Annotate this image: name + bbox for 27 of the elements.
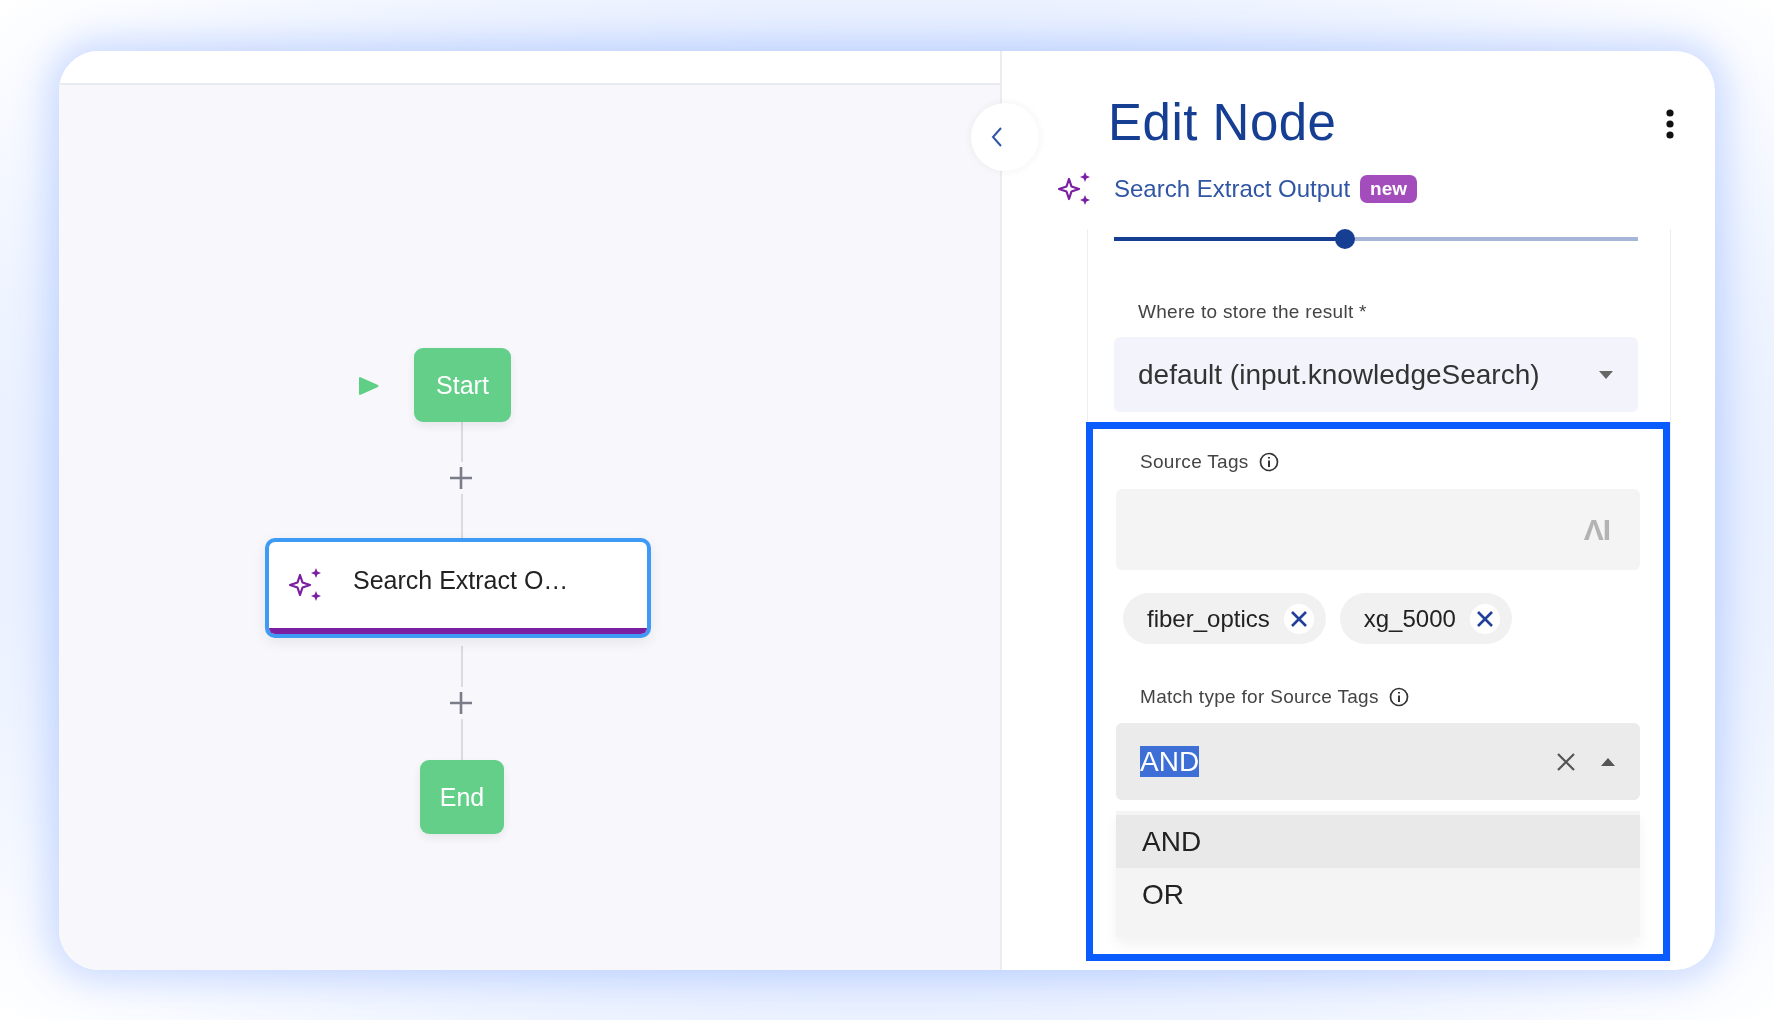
info-icon[interactable] [1258, 452, 1279, 472]
match-type-select[interactable]: AND [1116, 723, 1640, 800]
remove-icon[interactable] [1283, 603, 1314, 634]
info-icon[interactable] [1388, 687, 1409, 707]
field-label: Where to store the result * [1138, 301, 1367, 323]
result-select[interactable]: default (input.knowledgeSearch) [1114, 337, 1638, 412]
tag-label: xg_5000 [1363, 604, 1456, 633]
dropdown-option[interactable]: OR [1116, 868, 1640, 921]
clear-icon[interactable] [1556, 751, 1576, 772]
more-icon[interactable] [1666, 109, 1674, 139]
node-type: Search Extract Output [1114, 175, 1351, 203]
new-badge: new [1360, 175, 1418, 203]
caret-icon[interactable] [1598, 369, 1614, 380]
slider[interactable] [1114, 229, 1638, 249]
remove-icon[interactable] [1469, 603, 1500, 634]
plus-icon[interactable] [447, 689, 475, 717]
action-node[interactable]: Search Extract O… [265, 538, 651, 638]
field-label: Match type for Source Tags [1140, 686, 1379, 708]
chevron-left-icon [991, 126, 1003, 148]
panel-title: Edit Node [1108, 92, 1338, 152]
plus-icon[interactable] [447, 464, 475, 492]
caret-icon[interactable] [1600, 756, 1616, 767]
dropdown-option[interactable]: AND [1116, 815, 1640, 868]
node-title: Search Extract O… [353, 565, 569, 595]
field-label: Source Tags [1140, 451, 1249, 473]
select-value: AND [1140, 745, 1200, 777]
tag-label: fiber_optics [1147, 604, 1270, 633]
